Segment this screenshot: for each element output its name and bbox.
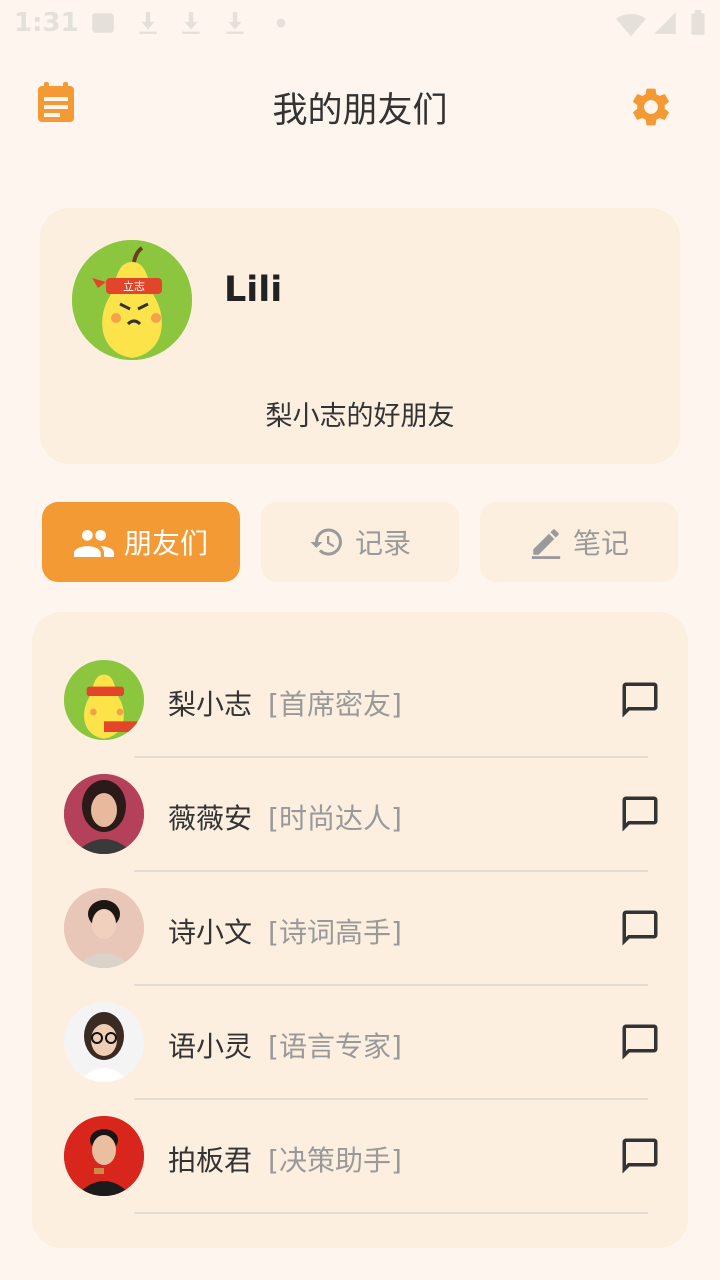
download-notification-icon [182,12,200,34]
tab-notes-label: 笔记 [572,527,629,560]
gear-icon [633,88,669,126]
image-notification-icon [92,13,114,33]
page-title: 我的朋友们 [272,91,448,131]
friend-role: [时尚达人] [268,802,402,835]
list-item[interactable]: 语小灵 [语言专家] [32,985,688,1099]
pear-mascot-avatar-image [64,660,144,740]
friend-role: [首席密友] [268,688,402,721]
tab-friends[interactable]: 朋友们 [42,502,240,582]
battery-icon [691,10,705,35]
status-time: 1:31 [14,8,79,38]
woman-with-glasses-avatar-image [64,1002,144,1082]
friend-role: [决策助手] [268,1144,402,1177]
status-bar: 1:31 [0,0,720,50]
tab-history[interactable]: 记录 [261,502,459,582]
avatar [64,1116,144,1196]
pear-mascot-avatar-image: 立志 [72,240,192,360]
friend-name: 梨小志 [168,688,253,721]
list-item[interactable]: 梨小志 [首席密友] [32,643,688,757]
settings-button[interactable] [628,84,674,130]
headband-text: 立志 [123,279,145,293]
edit-icon [531,529,561,559]
list-item[interactable]: 拍板君 [决策助手] [32,1099,688,1213]
man-with-gavel-avatar-image [64,1116,144,1196]
young-man-portrait-avatar-image [64,888,144,968]
chat-bubble-icon[interactable] [618,679,662,721]
dot-icon [276,18,286,28]
friend-role: [诗词高手] [268,916,402,949]
avatar[interactable]: 立志 [72,240,192,360]
friend-name: 诗小文 [168,916,253,949]
avatar [64,1002,144,1082]
avatar [64,774,144,854]
history-icon [310,528,342,556]
signal-icon [654,12,676,34]
chat-bubble-icon[interactable] [618,793,662,835]
chat-bubble-icon[interactable] [618,1021,662,1063]
avatar [64,888,144,968]
people-icon [73,530,114,557]
list-item[interactable]: 薇薇安 [时尚达人] [32,757,688,871]
list-item[interactable]: 诗小文 [诗词高手] [32,871,688,985]
tab-friends-label: 朋友们 [123,527,208,560]
friend-role: [语言专家] [268,1030,402,1063]
wifi-icon [616,14,646,37]
download-notification-icon [226,12,244,34]
download-notification-icon [139,12,157,34]
chat-bubble-icon[interactable] [618,1135,662,1177]
friend-name: 语小灵 [168,1030,253,1063]
friend-name: 拍板君 [168,1144,253,1177]
chat-bubble-icon[interactable] [618,907,662,949]
tab-history-label: 记录 [354,527,411,560]
friend-name: 薇薇安 [168,802,253,835]
divider [134,1212,648,1214]
avatar [64,660,144,740]
woman-portrait-avatar-image [64,774,144,854]
tab-notes[interactable]: 笔记 [480,502,678,582]
profile-name: Lili [224,270,283,310]
profile-signature: 梨小志的好朋友 [265,401,455,432]
